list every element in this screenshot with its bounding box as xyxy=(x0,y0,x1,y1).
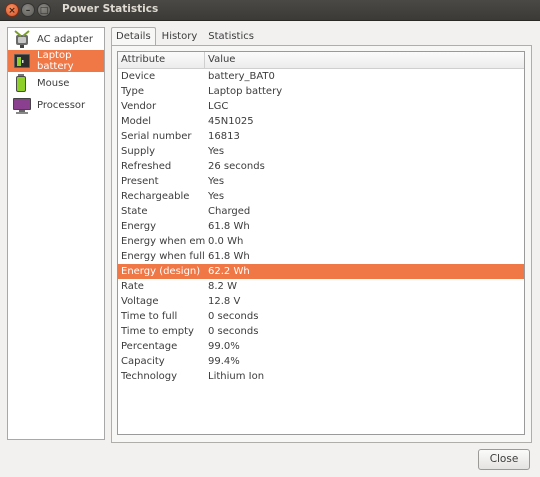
window-minimize-button[interactable]: – xyxy=(21,3,35,17)
attribute-cell: Serial number xyxy=(121,131,192,142)
tab-bar: Details History Statistics xyxy=(111,27,260,46)
value-cell: Yes xyxy=(208,146,225,157)
device-item-label: AC adapter xyxy=(37,33,93,45)
device-item-mouse[interactable]: Mouse xyxy=(8,72,104,94)
attribute-cell: Type xyxy=(121,86,144,97)
mouse-battery-icon xyxy=(12,73,32,93)
table-row[interactable]: Serial number 16813 xyxy=(118,129,524,144)
attribute-cell: Vendor xyxy=(121,101,157,112)
attribute-cell: Percentage xyxy=(121,341,178,352)
device-item-processor[interactable]: Processor xyxy=(8,94,104,116)
table-row[interactable]: Time to empty 0 seconds xyxy=(118,324,524,339)
column-header-value[interactable]: Value xyxy=(205,52,524,68)
attribute-cell: Supply xyxy=(121,146,156,157)
table-row[interactable]: Present Yes xyxy=(118,174,524,189)
table-row[interactable]: Technology Lithium Ion xyxy=(118,369,524,384)
attribute-cell: Refreshed xyxy=(121,161,172,172)
attribute-cell: Technology xyxy=(121,371,178,382)
battery-icon xyxy=(12,51,32,71)
table-row[interactable]: State Charged xyxy=(118,204,524,219)
value-cell: 0.0 Wh xyxy=(208,236,244,247)
device-item-label: Mouse xyxy=(37,77,70,89)
attribute-cell: Capacity xyxy=(121,356,165,367)
attribute-cell: Model xyxy=(121,116,152,127)
device-item-label: Laptop battery xyxy=(37,50,74,72)
device-list: AC adapter Laptop battery Mouse Processo… xyxy=(7,27,105,440)
attribute-cell: Present xyxy=(121,176,159,187)
attribute-cell: Energy when empty xyxy=(121,236,206,247)
table-row[interactable]: Percentage 99.0% xyxy=(118,339,524,354)
window-title: Power Statistics xyxy=(62,3,159,15)
table-row[interactable]: Refreshed 26 seconds xyxy=(118,159,524,174)
attribute-cell: Energy when full xyxy=(121,251,205,262)
close-button[interactable]: Close xyxy=(478,449,530,470)
table-row[interactable]: Vendor LGC xyxy=(118,99,524,114)
value-cell: LGC xyxy=(208,101,229,112)
value-cell: 0 seconds xyxy=(208,326,259,337)
value-cell: 45N1025 xyxy=(208,116,254,127)
value-cell: Lithium Ion xyxy=(208,371,265,382)
column-header-attribute[interactable]: Attribute xyxy=(118,52,205,68)
value-cell: 62.2 Wh xyxy=(208,266,250,277)
window-maximize-button[interactable]: □ xyxy=(37,3,51,17)
tab-details[interactable]: Details xyxy=(111,27,156,46)
table-row[interactable]: Energy (design) 62.2 Wh xyxy=(118,264,524,279)
table-row[interactable]: Rechargeable Yes xyxy=(118,189,524,204)
attribute-cell: Energy xyxy=(121,221,157,232)
value-cell: 16813 xyxy=(208,131,240,142)
attribute-cell: Voltage xyxy=(121,296,159,307)
value-cell: 8.2 W xyxy=(208,281,237,292)
table-row[interactable]: Capacity 99.4% xyxy=(118,354,524,369)
table-row[interactable]: Energy 61.8 Wh xyxy=(118,219,524,234)
value-cell: 99.4% xyxy=(208,356,240,367)
table-row[interactable]: Model 45N1025 xyxy=(118,114,524,129)
attribute-cell: Device xyxy=(121,71,156,82)
value-cell: 99.0% xyxy=(208,341,240,352)
attribute-cell: Rechargeable xyxy=(121,191,190,202)
attribute-cell: Time to empty xyxy=(121,326,194,337)
processor-icon xyxy=(12,95,32,115)
value-cell: 26 seconds xyxy=(208,161,265,172)
attribute-cell: Rate xyxy=(121,281,144,292)
table-row[interactable]: Energy when empty0.0 Wh xyxy=(118,234,524,249)
window-close-button[interactable]: × xyxy=(5,3,19,17)
value-cell: battery_BAT0 xyxy=(208,71,275,82)
tab-statistics[interactable]: Statistics xyxy=(203,27,259,45)
details-table[interactable]: Attribute Value Device battery_BAT0 Type La… xyxy=(117,51,525,435)
details-panel: Attribute Value Device battery_BAT0 Type La… xyxy=(111,45,532,443)
device-item-laptop-battery[interactable]: Laptop battery xyxy=(8,50,104,72)
value-cell: 12.8 V xyxy=(208,296,241,307)
title-bar: × – □ Power Statistics xyxy=(0,0,540,21)
attribute-cell: Energy (design) xyxy=(121,266,201,277)
value-cell: Charged xyxy=(208,206,251,217)
table-row[interactable]: Supply Yes xyxy=(118,144,524,159)
value-cell: Yes xyxy=(208,176,225,187)
table-row[interactable]: Time to full 0 seconds xyxy=(118,309,524,324)
value-cell: Laptop battery xyxy=(208,86,283,97)
attribute-cell: State xyxy=(121,206,148,217)
value-cell: 0 seconds xyxy=(208,311,259,322)
ac-adapter-icon xyxy=(12,29,32,49)
table-row[interactable]: Energy when full 61.8 Wh xyxy=(118,249,524,264)
device-item-ac-adapter[interactable]: AC adapter xyxy=(8,28,104,50)
table-body: Device battery_BAT0 Type Laptop battery Vend… xyxy=(118,69,524,384)
tab-history[interactable]: History xyxy=(157,27,203,45)
table-header: Attribute Value xyxy=(118,52,524,69)
attribute-cell: Time to full xyxy=(121,311,178,322)
table-row[interactable]: Voltage 12.8 V xyxy=(118,294,524,309)
table-row[interactable]: Rate 8.2 W xyxy=(118,279,524,294)
value-cell: Yes xyxy=(208,191,225,202)
table-row[interactable]: Type Laptop battery xyxy=(118,84,524,99)
device-item-label: Processor xyxy=(37,99,86,111)
value-cell: 61.8 Wh xyxy=(208,251,250,262)
value-cell: 61.8 Wh xyxy=(208,221,250,232)
table-row[interactable]: Device battery_BAT0 xyxy=(118,69,524,84)
